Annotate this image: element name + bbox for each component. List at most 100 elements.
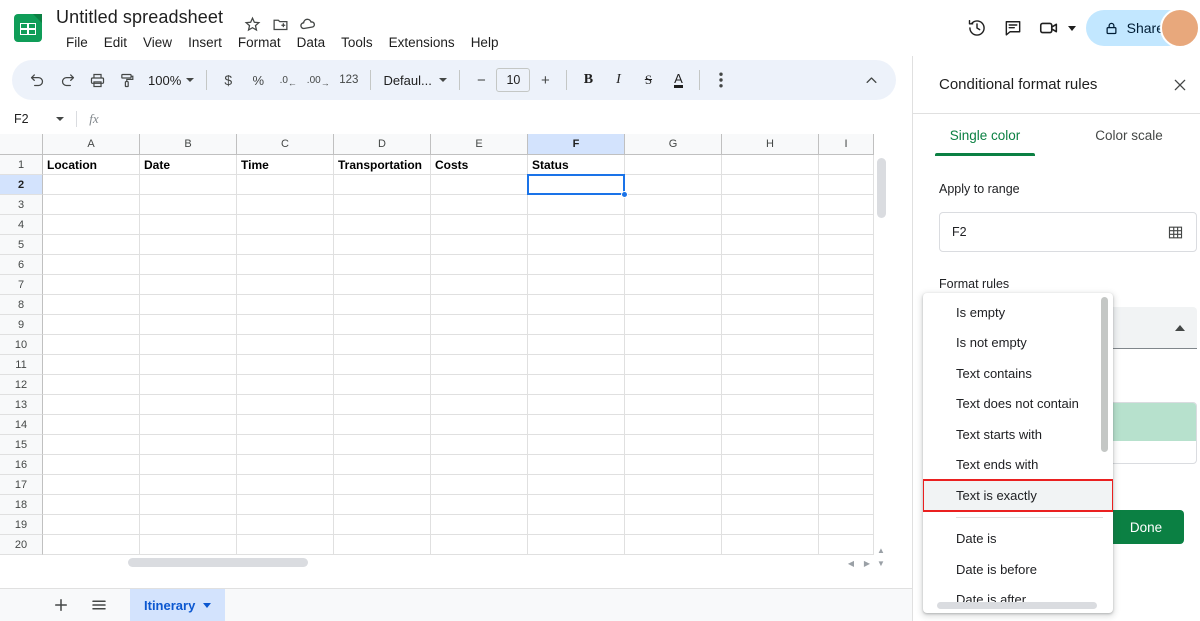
column-header-c[interactable]: C bbox=[237, 134, 334, 155]
dropdown-item-text-is-exactly[interactable]: Text is exactly bbox=[923, 480, 1113, 511]
cell-C15[interactable] bbox=[237, 435, 334, 455]
dropdown-item-text-ends-with[interactable]: Text ends with bbox=[923, 450, 1113, 481]
cell-A7[interactable] bbox=[43, 275, 140, 295]
cell-A6[interactable] bbox=[43, 255, 140, 275]
cell-B9[interactable] bbox=[140, 315, 237, 335]
cell-I20[interactable] bbox=[819, 535, 874, 555]
cell-B19[interactable] bbox=[140, 515, 237, 535]
cell-B5[interactable] bbox=[140, 235, 237, 255]
video-meet-chevron-down-icon[interactable] bbox=[1068, 26, 1076, 31]
row-header-11[interactable]: 11 bbox=[0, 355, 43, 375]
row-header-17[interactable]: 17 bbox=[0, 475, 43, 495]
grid-horizontal-scrollbar[interactable] bbox=[128, 558, 308, 567]
cell-E17[interactable] bbox=[431, 475, 528, 495]
cell-C1[interactable]: Time bbox=[237, 155, 334, 175]
grid-vertical-scrollbar[interactable] bbox=[877, 158, 886, 218]
cell-C20[interactable] bbox=[237, 535, 334, 555]
cell-D14[interactable] bbox=[334, 415, 431, 435]
cell-D10[interactable] bbox=[334, 335, 431, 355]
cell-I17[interactable] bbox=[819, 475, 874, 495]
dropdown-item-text-does-not-contain[interactable]: Text does not contain bbox=[923, 389, 1113, 420]
cell-D2[interactable] bbox=[334, 175, 431, 195]
dropdown-vertical-scrollbar[interactable] bbox=[1101, 297, 1108, 452]
row-header-6[interactable]: 6 bbox=[0, 255, 43, 275]
cell-D4[interactable] bbox=[334, 215, 431, 235]
cell-G17[interactable] bbox=[625, 475, 722, 495]
menu-tools[interactable]: Tools bbox=[333, 32, 381, 54]
cell-C9[interactable] bbox=[237, 315, 334, 335]
row-header-18[interactable]: 18 bbox=[0, 495, 43, 515]
cell-A18[interactable] bbox=[43, 495, 140, 515]
column-header-g[interactable]: G bbox=[625, 134, 722, 155]
cell-F13[interactable] bbox=[528, 395, 625, 415]
italic-button[interactable]: I bbox=[603, 65, 633, 95]
cell-I5[interactable] bbox=[819, 235, 874, 255]
cell-A19[interactable] bbox=[43, 515, 140, 535]
cell-F14[interactable] bbox=[528, 415, 625, 435]
cell-G20[interactable] bbox=[625, 535, 722, 555]
cell-C8[interactable] bbox=[237, 295, 334, 315]
row-header-20[interactable]: 20 bbox=[0, 535, 43, 555]
cell-B4[interactable] bbox=[140, 215, 237, 235]
cell-A2[interactable] bbox=[43, 175, 140, 195]
cell-B17[interactable] bbox=[140, 475, 237, 495]
cell-E10[interactable] bbox=[431, 335, 528, 355]
cell-H13[interactable] bbox=[722, 395, 819, 415]
cell-G18[interactable] bbox=[625, 495, 722, 515]
formula-input[interactable] bbox=[111, 104, 906, 134]
cell-B15[interactable] bbox=[140, 435, 237, 455]
cell-E11[interactable] bbox=[431, 355, 528, 375]
cell-F3[interactable] bbox=[528, 195, 625, 215]
cell-D8[interactable] bbox=[334, 295, 431, 315]
cell-H19[interactable] bbox=[722, 515, 819, 535]
cell-B18[interactable] bbox=[140, 495, 237, 515]
cell-F8[interactable] bbox=[528, 295, 625, 315]
row-header-7[interactable]: 7 bbox=[0, 275, 43, 295]
cell-G1[interactable] bbox=[625, 155, 722, 175]
row-header-15[interactable]: 15 bbox=[0, 435, 43, 455]
name-box[interactable]: F2 bbox=[0, 104, 76, 134]
cell-G16[interactable] bbox=[625, 455, 722, 475]
column-header-h[interactable]: H bbox=[722, 134, 819, 155]
cell-D12[interactable] bbox=[334, 375, 431, 395]
cell-E7[interactable] bbox=[431, 275, 528, 295]
cell-B16[interactable] bbox=[140, 455, 237, 475]
close-icon[interactable] bbox=[1167, 72, 1193, 98]
menu-help[interactable]: Help bbox=[463, 32, 507, 54]
cell-I13[interactable] bbox=[819, 395, 874, 415]
cell-D18[interactable] bbox=[334, 495, 431, 515]
cell-E18[interactable] bbox=[431, 495, 528, 515]
cell-I11[interactable] bbox=[819, 355, 874, 375]
cell-H5[interactable] bbox=[722, 235, 819, 255]
cell-A20[interactable] bbox=[43, 535, 140, 555]
cell-D3[interactable] bbox=[334, 195, 431, 215]
cell-F17[interactable] bbox=[528, 475, 625, 495]
cell-C14[interactable] bbox=[237, 415, 334, 435]
cell-E9[interactable] bbox=[431, 315, 528, 335]
row-header-9[interactable]: 9 bbox=[0, 315, 43, 335]
cell-F7[interactable] bbox=[528, 275, 625, 295]
row-header-16[interactable]: 16 bbox=[0, 455, 43, 475]
cell-B11[interactable] bbox=[140, 355, 237, 375]
redo-icon[interactable] bbox=[52, 65, 82, 95]
cell-E16[interactable] bbox=[431, 455, 528, 475]
cell-F4[interactable] bbox=[528, 215, 625, 235]
cell-F10[interactable] bbox=[528, 335, 625, 355]
cell-H8[interactable] bbox=[722, 295, 819, 315]
cell-H11[interactable] bbox=[722, 355, 819, 375]
cell-B7[interactable] bbox=[140, 275, 237, 295]
cell-D7[interactable] bbox=[334, 275, 431, 295]
cell-B6[interactable] bbox=[140, 255, 237, 275]
cell-I16[interactable] bbox=[819, 455, 874, 475]
cell-C17[interactable] bbox=[237, 475, 334, 495]
cell-G4[interactable] bbox=[625, 215, 722, 235]
cell-G9[interactable] bbox=[625, 315, 722, 335]
cell-C19[interactable] bbox=[237, 515, 334, 535]
cell-I9[interactable] bbox=[819, 315, 874, 335]
cell-E12[interactable] bbox=[431, 375, 528, 395]
scroll-up-icon[interactable]: ▲ bbox=[874, 543, 888, 557]
scroll-right-icon[interactable]: ▶ bbox=[860, 556, 874, 570]
increase-font-size-button[interactable]: + bbox=[530, 65, 560, 95]
cell-D6[interactable] bbox=[334, 255, 431, 275]
cell-C12[interactable] bbox=[237, 375, 334, 395]
